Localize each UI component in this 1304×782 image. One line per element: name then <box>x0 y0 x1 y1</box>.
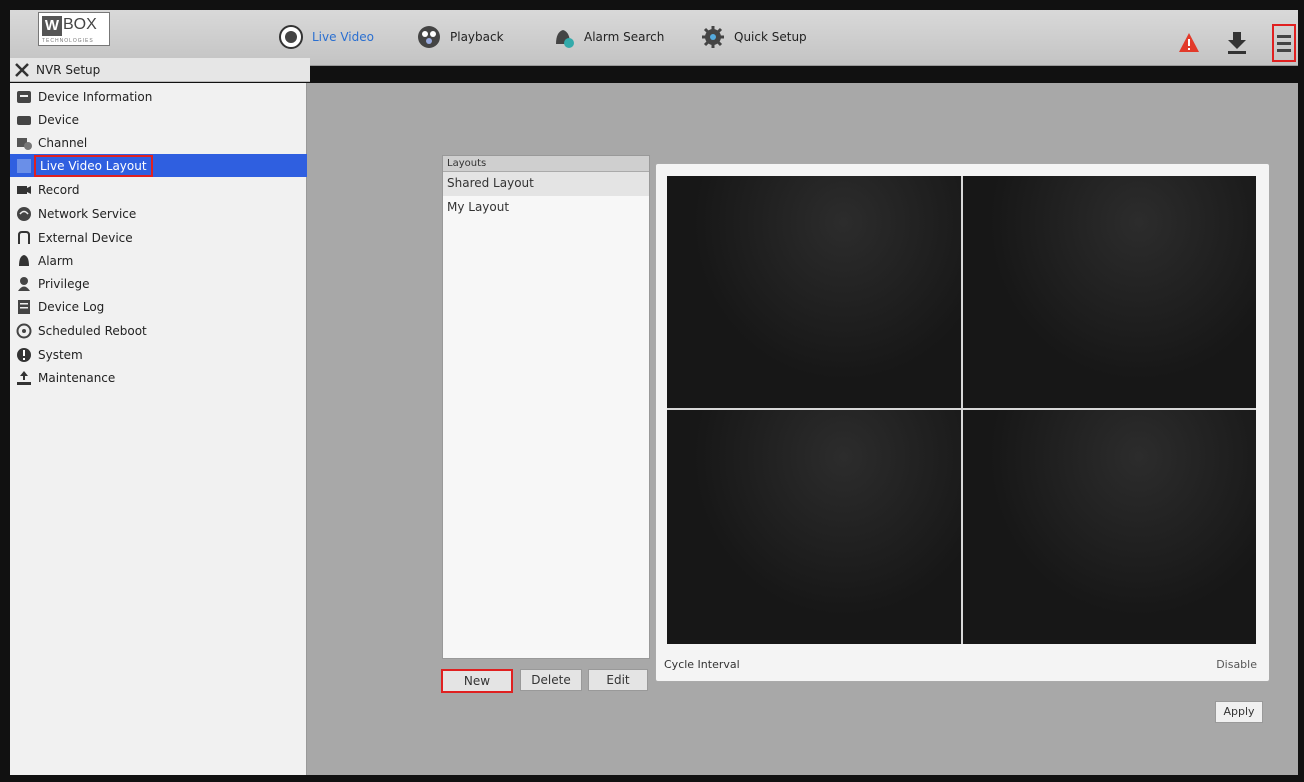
tools-icon <box>15 62 29 77</box>
sidebar-item-label: Record <box>38 182 80 197</box>
record-icon <box>17 185 31 194</box>
playback-icon <box>418 26 440 48</box>
sidebar-item-record[interactable]: Record <box>10 178 307 201</box>
sidebar-item-label: Device Information <box>38 89 153 104</box>
logo-mark: W <box>42 16 62 36</box>
sidebar-item-channel[interactable]: Channel <box>10 131 307 154</box>
sidebar-item-label: Network Service <box>38 206 137 221</box>
sidebar-item-external-device[interactable]: External Device <box>10 226 307 249</box>
page-title: NVR Setup <box>36 62 101 77</box>
nav-playback-label: Playback <box>450 30 504 44</box>
menu-button[interactable] <box>1272 24 1296 62</box>
sidebar-item-label: Live Video Layout <box>34 154 153 177</box>
device-log-icon <box>18 299 30 314</box>
sidebar-item-label: Alarm <box>38 253 74 268</box>
sidebar-item-device-information[interactable]: Device Information <box>10 85 307 108</box>
sidebar-item-label: Device <box>38 112 80 127</box>
layouts-list-panel: Layouts Shared Layout My Layout <box>442 155 650 659</box>
apply-button[interactable]: Apply <box>1215 701 1263 723</box>
nav-live-video[interactable]: Live Video <box>278 22 374 52</box>
channel-icon <box>17 137 32 150</box>
live-video-layout-icon <box>17 158 31 173</box>
external-device-icon <box>18 230 30 244</box>
sidebar-item-label: Privilege <box>38 276 90 291</box>
download-icon[interactable] <box>1226 30 1248 54</box>
sidebar-item-network-service[interactable]: Network Service <box>10 202 307 225</box>
alert-icon[interactable] <box>1178 32 1200 54</box>
video-cell-1[interactable] <box>667 176 961 408</box>
nav-alarm-search-label: Alarm Search <box>584 30 665 44</box>
video-cell-3[interactable] <box>667 410 961 644</box>
network-service-icon <box>17 206 31 221</box>
scheduled-reboot-icon <box>16 323 32 338</box>
sidebar-item-device-log[interactable]: Device Log <box>10 295 307 318</box>
hamburger-icon-bar-3 <box>1277 49 1291 52</box>
sidebar-item-maintenance[interactable]: Maintenance <box>10 366 307 389</box>
edit-button[interactable]: Edit <box>588 669 648 691</box>
delete-button[interactable]: Delete <box>520 669 582 691</box>
logo-name: BOX <box>63 16 97 33</box>
video-cell-4[interactable] <box>963 410 1256 644</box>
sidebar-item-live-video-layout[interactable]: Live Video Layout <box>10 154 307 177</box>
layout-preview-panel: Cycle Interval Disable <box>655 163 1270 682</box>
alarm-icon <box>19 254 29 266</box>
video-grid <box>667 176 1256 644</box>
alarm-search-icon <box>556 30 574 48</box>
sidebar-item-scheduled-reboot[interactable]: Scheduled Reboot <box>10 319 307 342</box>
live-video-icon <box>279 25 303 49</box>
grid-divider-vertical <box>961 176 963 644</box>
sidebar-item-privilege[interactable]: Privilege <box>10 272 307 295</box>
main-content: Layouts Shared Layout My Layout New Dele… <box>307 83 1298 775</box>
device-information-icon <box>17 90 31 103</box>
layouts-header: Layouts <box>443 156 649 172</box>
sidebar-item-label: Channel <box>38 135 88 150</box>
new-button[interactable]: New <box>441 669 513 693</box>
video-cell-2[interactable] <box>963 176 1256 408</box>
layout-item-my-layout[interactable]: My Layout <box>443 196 649 220</box>
sidebar-item-label: External Device <box>38 230 133 245</box>
nav-alarm-search[interactable]: Alarm Search <box>550 22 664 52</box>
maintenance-icon <box>17 370 31 385</box>
cycle-interval-label: Cycle Interval <box>664 658 740 671</box>
logo-tagline: TECHNOLOGIES <box>42 38 94 44</box>
page-title-bar: NVR Setup <box>10 58 310 82</box>
system-icon <box>17 347 31 362</box>
hamburger-icon-bar-1 <box>1277 35 1291 38</box>
sidebar-item-system[interactable]: System <box>10 343 307 366</box>
logo: W BOX TECHNOLOGIES <box>38 12 110 46</box>
sidebar-item-device[interactable]: Device <box>10 108 307 131</box>
screen: W BOX TECHNOLOGIES Live Video Playback A… <box>0 0 1304 782</box>
device-icon <box>17 115 31 125</box>
nav-live-video-label: Live Video <box>312 30 374 44</box>
quick-setup-icon <box>702 26 724 48</box>
nav-playback[interactable]: Playback <box>416 22 504 52</box>
cycle-interval-value[interactable]: Disable <box>1216 658 1257 671</box>
layout-item-shared[interactable]: Shared Layout <box>443 172 649 196</box>
privilege-icon <box>18 276 30 291</box>
sidebar-item-label: System <box>38 347 83 362</box>
sidebar-item-alarm[interactable]: Alarm <box>10 249 307 272</box>
nav-quick-setup[interactable]: Quick Setup <box>700 22 807 52</box>
nav-quick-setup-label: Quick Setup <box>734 30 807 44</box>
sidebar-item-label: Device Log <box>38 299 105 314</box>
sidebar: Device Information Device Channel Live V… <box>10 83 307 775</box>
hamburger-icon-bar-2 <box>1277 42 1291 45</box>
grid-divider-horizontal <box>667 408 1256 410</box>
sidebar-item-label: Maintenance <box>38 370 116 385</box>
sidebar-item-label: Scheduled Reboot <box>38 323 147 338</box>
